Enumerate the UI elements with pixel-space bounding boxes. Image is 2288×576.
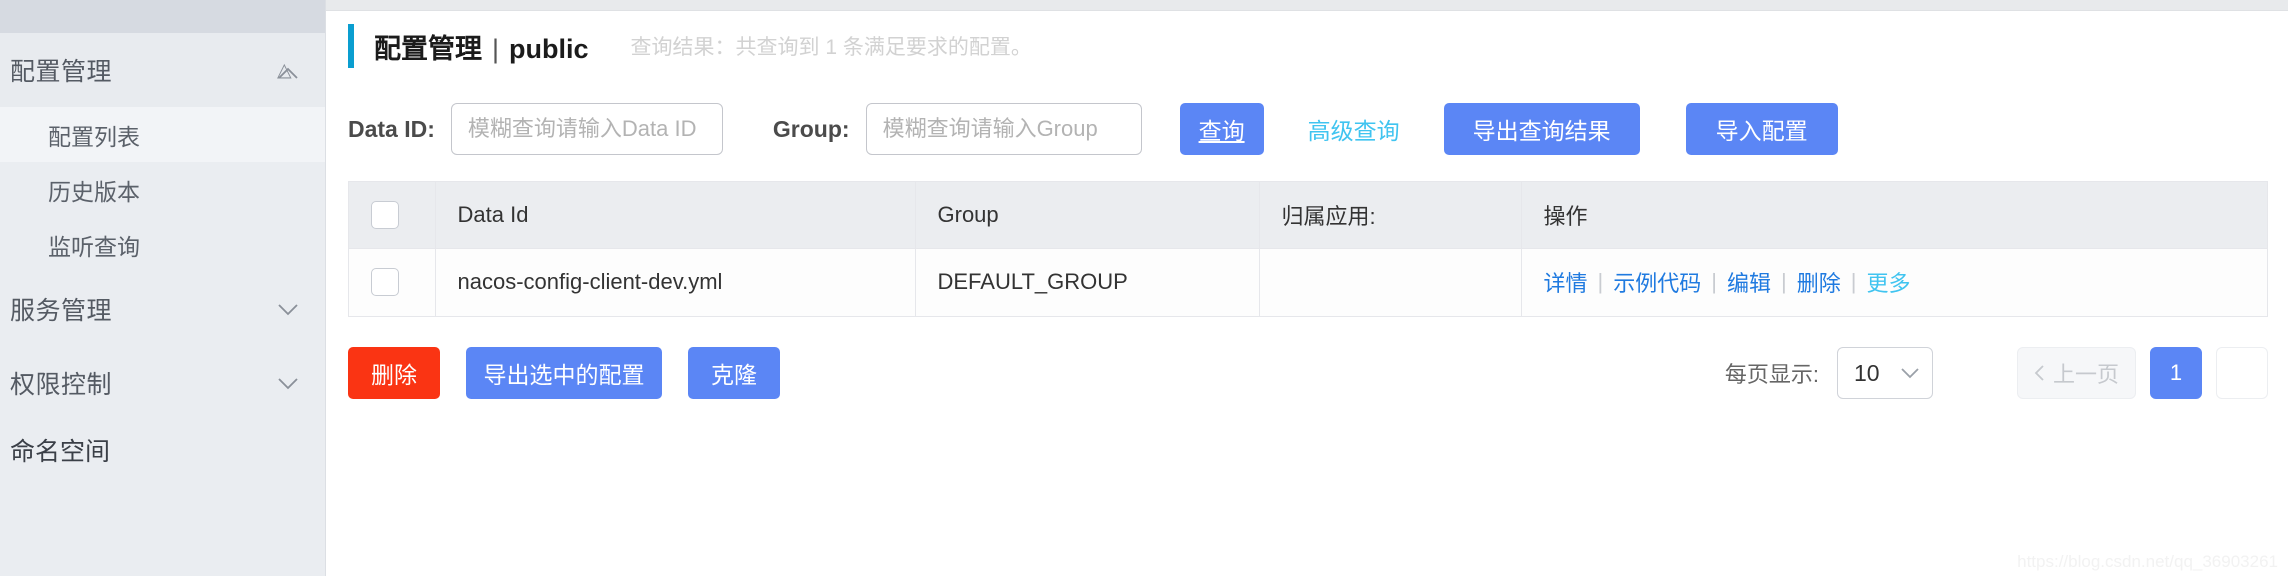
- action-detail-link[interactable]: 详情: [1544, 266, 1588, 298]
- page-size-value: 10: [1853, 359, 1880, 386]
- delete-selected-label: 删除: [371, 362, 417, 388]
- clone-label: 克隆: [711, 362, 757, 388]
- page-header: 配置管理 | public 查询结果：共查询到 1 条满足要求的配置。: [348, 11, 2288, 68]
- sidebar-item-label: 配置列表: [48, 123, 140, 150]
- select-all-checkbox[interactable]: [371, 200, 399, 229]
- action-more-link[interactable]: 更多: [1866, 266, 1910, 298]
- page-size-label: 每页显示:: [1724, 362, 1819, 387]
- page-title-text: 配置管理: [374, 33, 482, 64]
- sidebar-group-label: 服务管理: [10, 297, 113, 325]
- cell-app: [1259, 247, 1522, 316]
- sidebar-group-config-management[interactable]: 配置管理 △: [0, 33, 325, 107]
- sidebar-item-label: 监听查询: [48, 233, 140, 260]
- config-table: Data Id Group 归属应用: 操作 nacos-config-clie…: [348, 181, 2268, 317]
- sidebar-item-listener-query[interactable]: 监听查询: [0, 217, 325, 272]
- chevron-down-icon: [277, 377, 299, 390]
- sidebar-item-namespace[interactable]: 命名空间: [0, 420, 325, 480]
- page-title: 配置管理 | public: [374, 27, 589, 66]
- row-action-links: 详情 | 示例代码 | 编辑 | 删除 | 更多: [1544, 266, 2268, 298]
- content-top-strip: [326, 0, 2288, 11]
- cell-actions: 详情 | 示例代码 | 编辑 | 删除 | 更多: [1521, 247, 2268, 316]
- clone-button[interactable]: 克隆: [688, 347, 780, 399]
- watermark-text: https://blog.csdn.net/qq_36903261: [2017, 552, 2278, 571]
- sidebar-group-service-management[interactable]: 服务管理: [0, 272, 325, 346]
- page-size-select[interactable]: 10: [1836, 347, 1933, 399]
- sidebar-item-label: 命名空间: [10, 438, 111, 466]
- action-divider: |: [1850, 269, 1857, 295]
- sidebar-item-label: 历史版本: [48, 178, 140, 205]
- import-config-label: 导入配置: [1715, 118, 1808, 144]
- row-select-cell: [349, 247, 436, 316]
- export-selected-label: 导出选中的配置: [483, 362, 645, 388]
- advanced-query-link[interactable]: 高级查询: [1308, 112, 1400, 146]
- chevron-left-icon: [2034, 364, 2045, 382]
- sidebar-item-config-list[interactable]: 配置列表: [0, 107, 325, 162]
- action-sample-code-link[interactable]: 示例代码: [1613, 266, 1701, 298]
- sidebar-top-strip: [0, 0, 325, 33]
- nacos-console-window: 配置管理 △ 配置列表 历史版本 监听查询 服务管理 权限控制 命名空间 配置管…: [0, 0, 2288, 576]
- sidebar-item-history-version[interactable]: 历史版本: [0, 162, 325, 217]
- column-header-app: 归属应用:: [1259, 182, 1522, 248]
- sidebar-group-permission-control[interactable]: 权限控制: [0, 346, 325, 420]
- group-search-input[interactable]: [865, 103, 1142, 155]
- export-query-result-label: 导出查询结果: [1472, 118, 1611, 144]
- chevron-down-icon: [277, 303, 299, 316]
- action-divider: |: [1780, 269, 1787, 295]
- main-content: 配置管理 | public 查询结果：共查询到 1 条满足要求的配置。 Data I…: [326, 0, 2288, 576]
- table-footer-toolbar: 删除 导出选中的配置 克隆 每页显示: 10 上一页 1: [326, 345, 2268, 401]
- action-delete-link[interactable]: 删除: [1797, 266, 1841, 298]
- export-query-result-button[interactable]: 导出查询结果: [1443, 103, 1640, 155]
- column-header-group: Group: [915, 182, 1260, 248]
- action-divider: |: [1597, 269, 1604, 295]
- page-number-1-button[interactable]: 1: [2150, 347, 2202, 399]
- page-number-label: 1: [2169, 360, 2183, 385]
- sidebar-submenu-config-management: 配置列表 历史版本 监听查询: [0, 107, 325, 272]
- page-title-namespace: public: [509, 33, 589, 64]
- next-page-button[interactable]: [2216, 347, 2268, 399]
- action-edit-link[interactable]: 编辑: [1727, 266, 1771, 298]
- group-label: Group:: [772, 115, 850, 142]
- page-title-separator: |: [492, 33, 500, 64]
- dataid-label: Data ID:: [348, 115, 435, 142]
- column-header-data-id: Data Id: [435, 182, 916, 248]
- table-header-row: Data Id Group 归属应用: 操作: [349, 182, 2267, 248]
- chevron-down-icon: [1900, 367, 1920, 379]
- sidebar-group-label: 配置管理: [10, 58, 113, 86]
- query-result-text: 查询结果：共查询到 1 条满足要求的配置。: [630, 36, 1032, 59]
- sidebar-navigation: 配置管理 △ 配置列表 历史版本 监听查询 服务管理 权限控制 命名空间: [0, 0, 326, 576]
- query-button[interactable]: 查询: [1179, 103, 1264, 155]
- search-toolbar: Data ID: Group: 查询 高级查询 导出查询结果 导入配置: [326, 101, 2288, 157]
- header-accent-bar: [348, 24, 354, 68]
- cell-data-id: nacos-config-client-dev.yml: [435, 247, 916, 316]
- delete-selected-button[interactable]: 删除: [348, 347, 440, 399]
- dataid-search-input[interactable]: [450, 103, 723, 155]
- column-header-actions: 操作: [1521, 182, 2267, 248]
- prev-page-button[interactable]: 上一页: [2016, 347, 2136, 399]
- chevron-up-icon: △: [277, 61, 299, 80]
- row-checkbox[interactable]: [371, 268, 399, 297]
- prev-page-label: 上一页: [2052, 362, 2119, 387]
- pagination: 每页显示: 10 上一页 1: [1725, 347, 2268, 399]
- select-all-header-cell: [349, 182, 436, 248]
- sidebar-group-label: 权限控制: [10, 371, 113, 399]
- action-divider: |: [1711, 269, 1717, 295]
- pagination-buttons: 上一页 1: [2016, 347, 2268, 399]
- query-button-label: 查询: [1198, 118, 1245, 144]
- cell-group: DEFAULT_GROUP: [915, 247, 1260, 316]
- export-selected-button[interactable]: 导出选中的配置: [466, 347, 662, 399]
- table-row: nacos-config-client-dev.yml DEFAULT_GROU…: [349, 247, 2268, 316]
- import-config-button[interactable]: 导入配置: [1685, 103, 1838, 155]
